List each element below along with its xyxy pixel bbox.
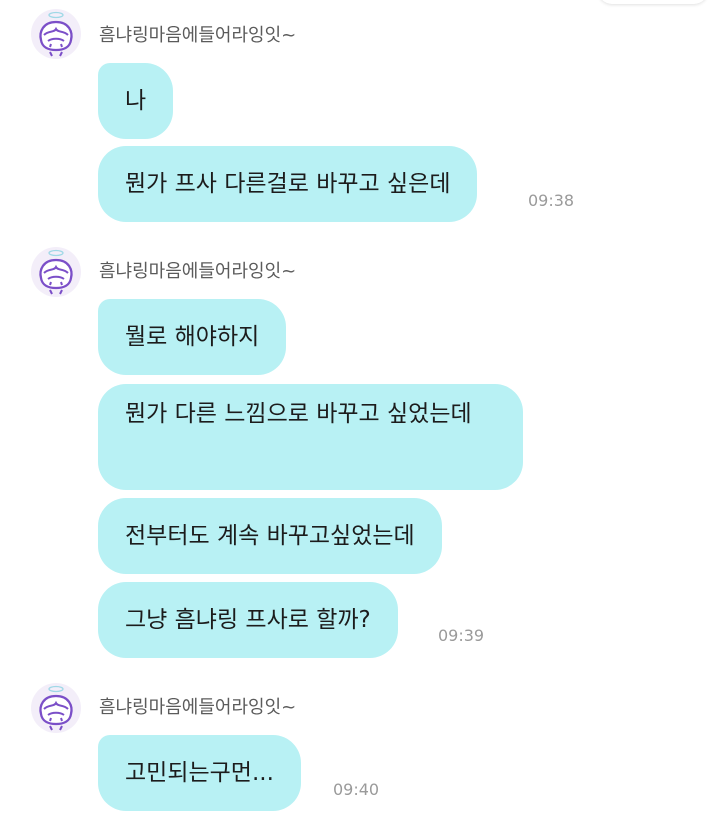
message-text: 전부터도 계속 바꾸고싶었는데 — [125, 523, 415, 549]
message-timestamp: 09:38 — [528, 191, 575, 210]
message-bubble[interactable]: 고민되는구먼... — [98, 735, 301, 811]
sender-avatar[interactable] — [30, 246, 82, 298]
message-text: 고민되는구먼... — [125, 760, 274, 786]
message-text: 나 — [125, 88, 147, 114]
cartoon-character-avatar-icon — [31, 683, 81, 733]
message-timestamp: 09:39 — [438, 626, 485, 645]
sender-avatar[interactable] — [30, 8, 82, 60]
message-bubble[interactable]: 나 — [98, 63, 174, 139]
previous-message-fragment — [598, 0, 708, 4]
message-text: 뭘로 해야하지 — [125, 324, 260, 350]
message-text: 뭔가 다른 느낌으로 바꾸고 싶었는데 — [125, 401, 472, 427]
message-bubble[interactable]: 전부터도 계속 바꾸고싶었는데 — [98, 498, 442, 574]
cartoon-character-avatar-icon — [31, 247, 81, 297]
message-bubble[interactable]: 뭔가 프사 다른걸로 바꾸고 싶은데 — [98, 146, 478, 222]
message-text: 뭔가 프사 다른걸로 바꾸고 싶은데 — [125, 171, 451, 197]
sender-avatar[interactable] — [30, 682, 82, 734]
sender-name: 흠냐링마음에들어라잉잇~ — [99, 261, 297, 282]
sender-name: 흠냐링마음에들어라잉잇~ — [99, 25, 297, 46]
message-bubble[interactable]: 뭘로 해야하지 — [98, 299, 287, 375]
sender-name: 흠냐링마음에들어라잉잇~ — [99, 697, 297, 718]
message-text: 그냥 흠냐링 프사로 할까? — [125, 607, 371, 633]
message-timestamp: 09:40 — [333, 780, 380, 799]
message-bubble[interactable]: 그냥 흠냐링 프사로 할까? — [98, 582, 398, 658]
cartoon-character-avatar-icon — [31, 9, 81, 59]
message-bubble[interactable]: 뭔가 다른 느낌으로 바꾸고 싶었는데 — [98, 384, 523, 490]
